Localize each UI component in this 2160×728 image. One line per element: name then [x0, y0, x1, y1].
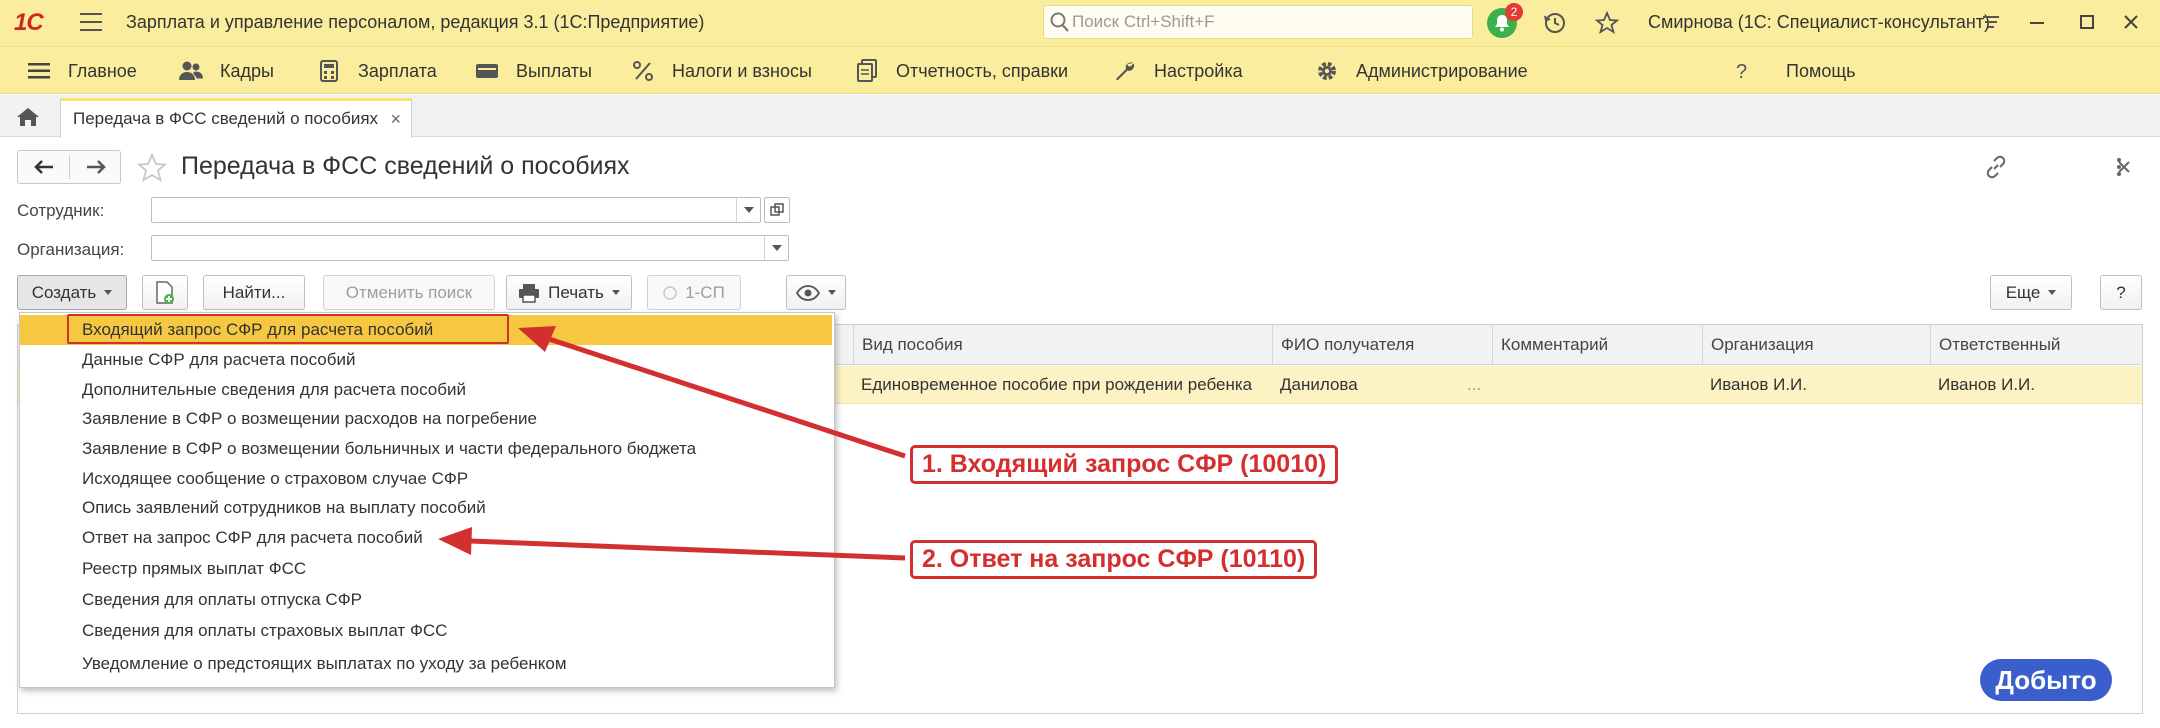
callout-response: 2. Ответ на запрос СФР (10110): [910, 540, 1318, 579]
next-button[interactable]: Добыто: [1980, 659, 2112, 701]
callout-incoming-request: 1. Входящий запрос СФР (10010): [910, 445, 1339, 484]
arrow-1-head: [518, 326, 556, 352]
arrow-1-line: [545, 335, 906, 459]
annotation-arrows: [438, 326, 906, 561]
arrow-2-head: [438, 527, 472, 555]
arrow-2-line: [469, 538, 906, 561]
